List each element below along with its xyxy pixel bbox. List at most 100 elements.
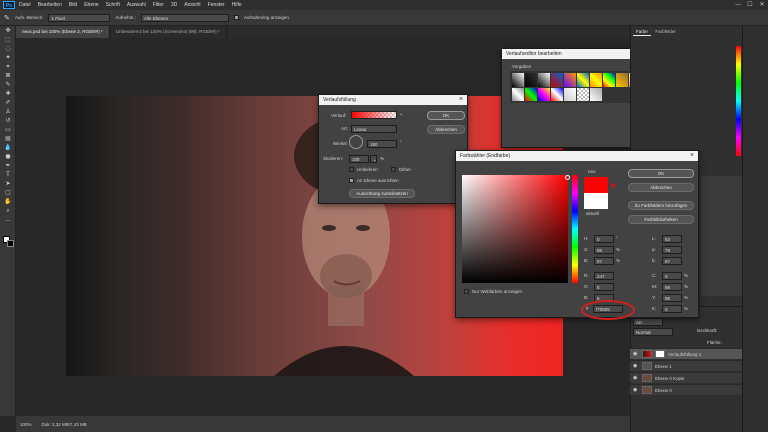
background-color-swatch[interactable] <box>7 240 14 247</box>
blend-mode-select[interactable]: Normal <box>633 328 673 336</box>
close-icon[interactable]: × <box>690 151 694 161</box>
preset-swatch[interactable] <box>616 73 628 87</box>
menu-layer[interactable]: Ebene <box>84 2 98 8</box>
pen-tool-icon[interactable]: ✒ <box>0 161 16 170</box>
lab-l-input[interactable]: 53 <box>662 234 682 243</box>
layer-kind-filter[interactable]: Art <box>633 318 663 326</box>
preset-swatch[interactable] <box>512 73 524 87</box>
web-colors-only-checkbox[interactable] <box>464 289 469 294</box>
maximize-button[interactable]: ☐ <box>744 0 756 10</box>
preset-swatch[interactable] <box>512 87 524 101</box>
red-input[interactable]: 247 <box>594 271 614 280</box>
healing-brush-tool-icon[interactable]: ✚ <box>0 89 16 98</box>
reverse-checkbox[interactable] <box>349 167 354 172</box>
tab-color[interactable]: Farbe <box>633 28 651 36</box>
scale-input[interactable]: 100 <box>349 155 369 163</box>
black-input[interactable]: 0 <box>662 304 682 313</box>
type-tool-icon[interactable]: T <box>0 170 16 179</box>
tab-swatches[interactable]: Farbfelder <box>652 28 679 35</box>
sample-size-select[interactable]: 1 Pixel <box>48 13 111 22</box>
color-picker-cancel-button[interactable]: Abbrechen <box>628 183 694 192</box>
gradient-tool-icon[interactable]: ▤ <box>0 134 16 143</box>
menu-select[interactable]: Auswahl <box>127 2 146 8</box>
eraser-tool-icon[interactable]: ▭ <box>0 125 16 134</box>
tab-unbenannt-2[interactable]: Unbenannt-2 bei 100% (Screenshot (99), R… <box>110 26 227 38</box>
lab-a-input[interactable]: 79 <box>662 245 682 254</box>
preset-swatch[interactable] <box>590 73 602 87</box>
current-color-swatch[interactable] <box>584 193 608 209</box>
zoom-tool-icon[interactable]: ⌕ <box>0 206 16 215</box>
magic-wand-tool-icon[interactable]: ✦ <box>0 53 16 62</box>
layer-row[interactable]: ◉ Ebene 0 Kopie <box>630 372 742 383</box>
visibility-eye-icon[interactable]: ◉ <box>633 387 639 393</box>
history-brush-tool-icon[interactable]: ↺ <box>0 116 16 125</box>
color-picker-ok-button[interactable]: OK <box>628 169 694 178</box>
cyan-input[interactable]: 0 <box>662 271 682 280</box>
visibility-eye-icon[interactable]: ◉ <box>633 351 639 357</box>
close-icon[interactable]: × <box>459 95 463 105</box>
layer-row[interactable]: ◉ Verlaufsfüllung 1 <box>630 348 742 359</box>
preset-swatch[interactable] <box>551 87 563 101</box>
preset-swatch[interactable] <box>538 73 550 87</box>
gradient-fill-cancel-button[interactable]: Abbrechen <box>427 125 465 134</box>
layer-row[interactable]: ◉ Ebene 0 <box>630 384 742 395</box>
lasso-tool-icon[interactable]: ◌ <box>0 44 16 53</box>
magenta-input[interactable]: 95 <box>662 282 682 291</box>
menu-view[interactable]: Ansicht <box>184 2 200 8</box>
close-window-button[interactable]: ✕ <box>756 0 768 10</box>
preset-swatch[interactable] <box>603 73 615 87</box>
path-selection-tool-icon[interactable]: ➤ <box>0 179 16 188</box>
lab-b-input[interactable]: 67 <box>662 256 682 265</box>
hue-slider[interactable] <box>572 175 578 283</box>
color-field-cursor[interactable] <box>565 175 570 180</box>
blur-tool-icon[interactable]: 💧 <box>0 143 16 152</box>
preset-swatch[interactable] <box>564 87 576 101</box>
menu-help[interactable]: Hilfe <box>232 2 242 8</box>
preset-swatch[interactable] <box>525 87 537 101</box>
add-to-swatches-button[interactable]: Zu Farbfeldern hinzufügen <box>628 201 694 210</box>
dither-checkbox[interactable] <box>391 167 396 172</box>
style-select[interactable]: Linear <box>351 125 397 133</box>
preset-swatch[interactable] <box>551 73 563 87</box>
visibility-eye-icon[interactable]: ◉ <box>633 375 639 381</box>
show-ring-checkbox[interactable] <box>233 15 239 20</box>
gradient-fill-ok-button[interactable]: OK <box>427 111 465 120</box>
out-of-gamut-warning-icon[interactable]: ▲ <box>611 181 616 188</box>
menu-edit[interactable]: Bearbeiten <box>38 2 62 8</box>
preset-swatch[interactable] <box>577 73 589 87</box>
crop-tool-icon[interactable]: ⌗ <box>0 62 16 71</box>
menu-3d[interactable]: 3D <box>171 2 177 8</box>
angle-dial-icon[interactable] <box>349 135 363 149</box>
hand-tool-icon[interactable]: ✋ <box>0 197 16 206</box>
dodge-tool-icon[interactable]: ● <box>0 152 16 161</box>
tab-neos-psd[interactable]: neos.psd bei 100% (Ebene 2, RGB/8#) * <box>16 26 110 38</box>
color-field[interactable] <box>462 175 570 283</box>
preset-swatch[interactable] <box>538 87 550 101</box>
menu-filter[interactable]: Filter <box>153 2 164 8</box>
green-input[interactable]: 5 <box>594 282 614 291</box>
visibility-eye-icon[interactable]: ◉ <box>633 363 639 369</box>
brush-tool-icon[interactable]: ✐ <box>0 98 16 107</box>
angle-input[interactable]: 180 <box>367 140 397 148</box>
layer-row[interactable]: ◉ Ebene 1 <box>630 360 742 371</box>
photoshop-app-icon[interactable]: Ps <box>3 1 15 9</box>
preset-swatch[interactable] <box>590 87 602 101</box>
yellow-input[interactable]: 95 <box>662 293 682 302</box>
frame-tool-icon[interactable]: ⊠ <box>0 71 16 80</box>
preset-swatch[interactable] <box>564 73 576 87</box>
zoom-level[interactable]: 100% <box>20 422 32 427</box>
hue-strip[interactable] <box>736 46 741 156</box>
move-tool-icon[interactable]: ✥ <box>0 26 16 35</box>
menu-image[interactable]: Bild <box>69 2 77 8</box>
color-libraries-button[interactable]: Farbbibliotheken <box>628 215 694 224</box>
menu-file[interactable]: Datei <box>19 2 31 8</box>
hue-input[interactable]: 0 <box>594 234 614 243</box>
menu-type[interactable]: Schrift <box>106 2 120 8</box>
marquee-tool-icon[interactable]: ⬚ <box>0 35 16 44</box>
menu-window[interactable]: Fenster <box>208 2 225 8</box>
brightness-input[interactable]: 97 <box>594 256 614 265</box>
reset-alignment-button[interactable]: Ausrichtung zurücksetzen <box>349 189 415 198</box>
preset-swatch[interactable] <box>525 73 537 87</box>
shape-tool-icon[interactable]: ▢ <box>0 188 16 197</box>
align-with-layer-checkbox[interactable] <box>349 178 354 183</box>
